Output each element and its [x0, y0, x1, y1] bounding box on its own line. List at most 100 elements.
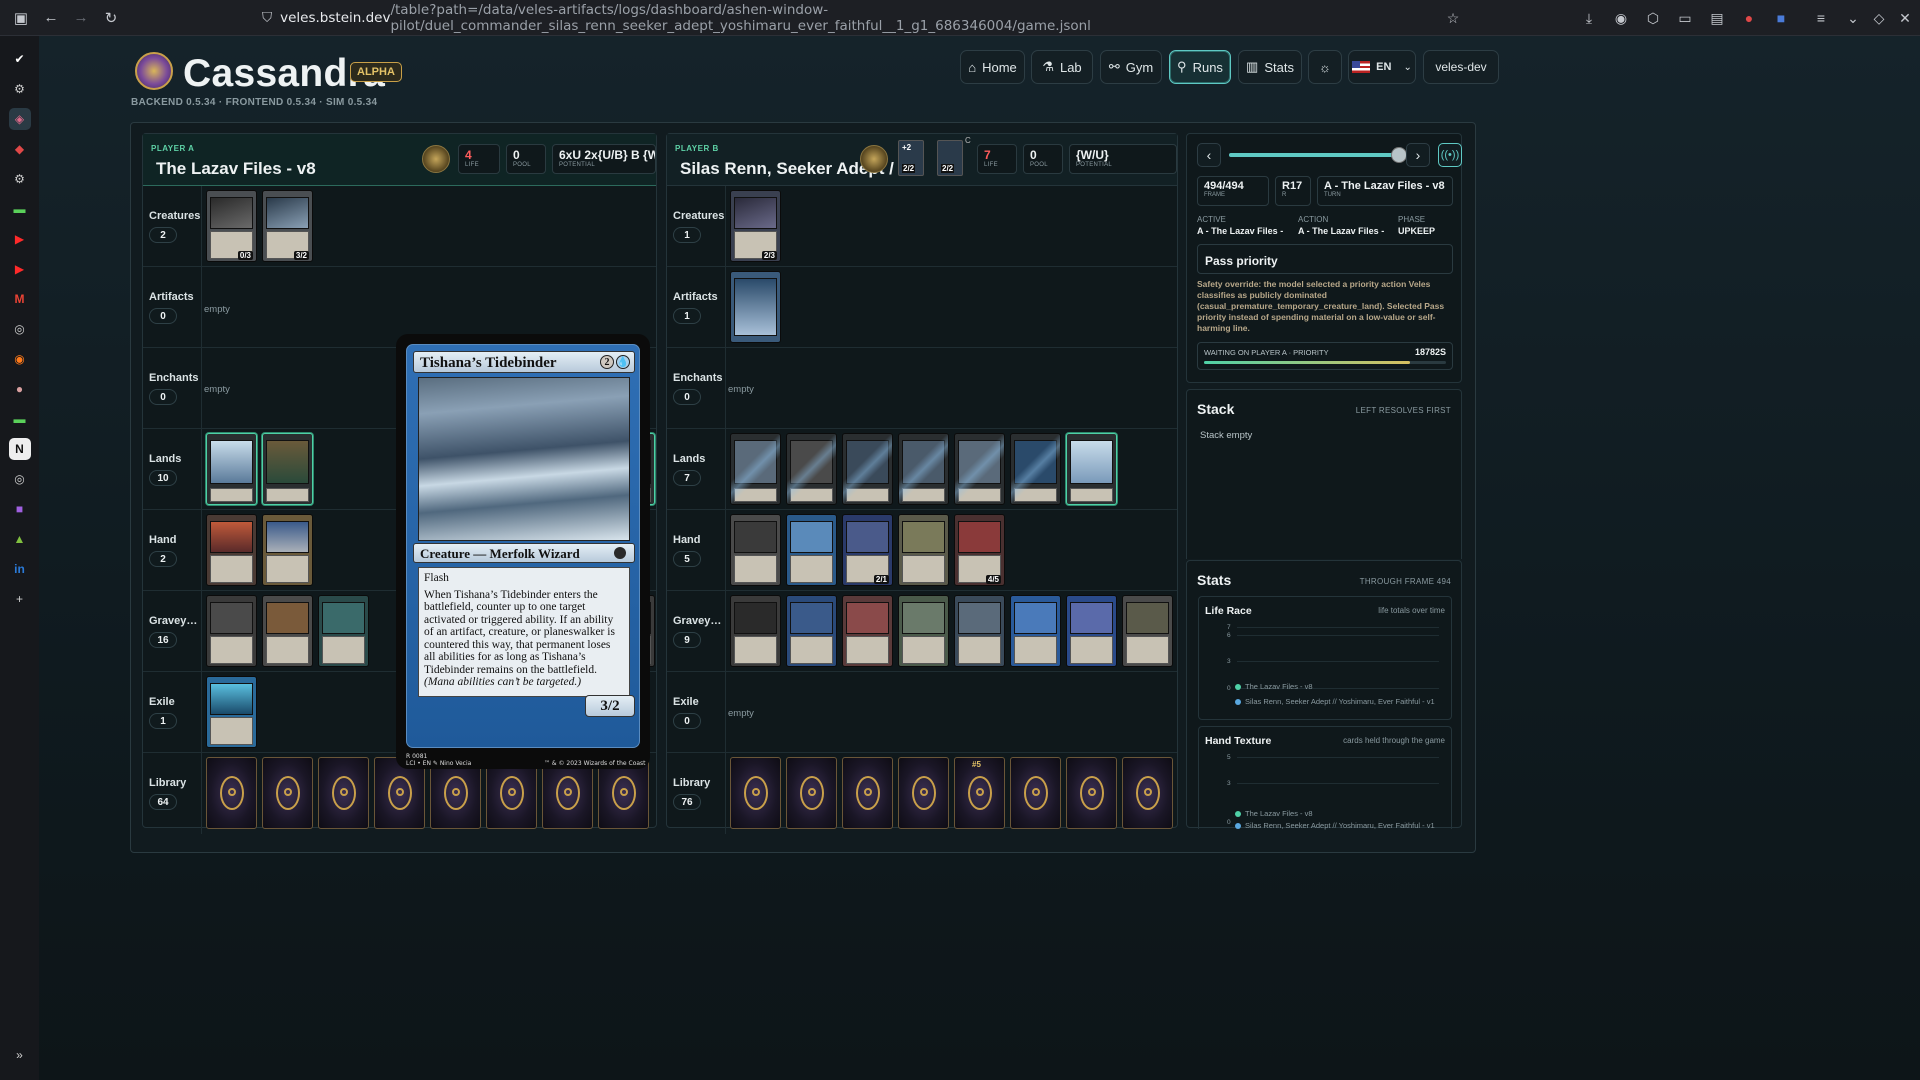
commander-card-mini[interactable]: 2/2: [937, 140, 963, 176]
hand-card[interactable]: [898, 514, 949, 586]
land-card-tapped[interactable]: [1010, 433, 1061, 505]
forward-icon[interactable]: →: [68, 5, 94, 31]
graveyard-card[interactable]: [1066, 595, 1117, 667]
hand-card[interactable]: [206, 514, 257, 586]
library-card-back[interactable]: [842, 757, 893, 829]
hand-card[interactable]: [786, 514, 837, 586]
menu-icon[interactable]: ≡: [1808, 5, 1834, 31]
land-card[interactable]: [1066, 433, 1117, 505]
hand-card[interactable]: [730, 514, 781, 586]
artifact-card[interactable]: [730, 271, 781, 343]
dock-game-icon[interactable]: ▬: [9, 408, 31, 430]
graveyard-card[interactable]: [318, 595, 369, 667]
library-card-back[interactable]: [318, 757, 369, 829]
land-card-tapped[interactable]: [730, 433, 781, 505]
user-menu-button[interactable]: veles-dev: [1423, 50, 1499, 84]
nav-gym-button[interactable]: ⚯ Gym: [1100, 50, 1162, 84]
site-info-icon[interactable]: ⛉: [262, 10, 272, 26]
next-frame-button[interactable]: ›: [1406, 143, 1430, 167]
dock-settings-icon[interactable]: ⚙: [9, 78, 31, 100]
library-card-back[interactable]: [1010, 757, 1061, 829]
dock-add-icon[interactable]: +: [9, 588, 31, 610]
hand-card[interactable]: [262, 514, 313, 586]
library-card-back[interactable]: [786, 757, 837, 829]
player-a-emblem-icon[interactable]: [422, 145, 450, 173]
land-card-tapped[interactable]: [954, 433, 1005, 505]
library-card-back[interactable]: [262, 757, 313, 829]
dock-app-icon[interactable]: ◉: [9, 348, 31, 370]
live-follow-button[interactable]: ((•)): [1438, 143, 1462, 167]
commander-card-mini[interactable]: +2 2/2: [898, 140, 924, 176]
land-card[interactable]: [206, 433, 257, 505]
close-icon[interactable]: ✕: [1892, 5, 1918, 31]
nav-stats-button[interactable]: ▥ Stats: [1238, 50, 1302, 84]
graveyard-card[interactable]: [206, 595, 257, 667]
creature-card[interactable]: 2/3: [730, 190, 781, 262]
creature-card[interactable]: 0/3: [206, 190, 257, 262]
creature-card[interactable]: 3/2: [262, 190, 313, 262]
dock-linkedin-icon[interactable]: in: [9, 558, 31, 580]
library-card-back[interactable]: [1122, 757, 1173, 829]
dock-game-icon[interactable]: ▬: [9, 198, 31, 220]
frame-slider-thumb[interactable]: [1391, 147, 1407, 163]
graveyard-card[interactable]: [898, 595, 949, 667]
language-select[interactable]: EN ⌄: [1348, 50, 1416, 84]
prev-frame-button[interactable]: ‹: [1197, 143, 1221, 167]
dock-gear-icon[interactable]: ⚙: [9, 168, 31, 190]
extensions-icon[interactable]: ⬡: [1640, 5, 1666, 31]
graveyard-card[interactable]: [786, 595, 837, 667]
diamond-icon[interactable]: ◇: [1866, 5, 1892, 31]
dock-app-active-icon[interactable]: ◈: [8, 108, 31, 130]
back-icon[interactable]: ←: [38, 5, 64, 31]
dock-globe-icon[interactable]: ◎: [9, 318, 31, 340]
bookmark-star-icon[interactable]: ☆: [1440, 5, 1466, 31]
land-card-tapped[interactable]: [786, 433, 837, 505]
library-card-back[interactable]: [206, 757, 257, 829]
hand-card[interactable]: 4/5: [954, 514, 1005, 586]
sidebar-toggle-icon[interactable]: ▣: [8, 5, 34, 31]
graveyard-card[interactable]: [1122, 595, 1173, 667]
dock-youtube-icon[interactable]: ▶: [9, 228, 31, 250]
nav-lab-button[interactable]: ⚗ Lab: [1031, 50, 1093, 84]
nav-home-button[interactable]: ⌂ Home: [960, 50, 1025, 84]
library-card-back[interactable]: [1066, 757, 1117, 829]
frame-slider[interactable]: [1229, 147, 1407, 163]
account-icon[interactable]: ◉: [1608, 5, 1634, 31]
reload-icon[interactable]: ↻: [98, 5, 124, 31]
land-card-tapped[interactable]: [842, 433, 893, 505]
bitwarden-icon[interactable]: ■: [1768, 5, 1794, 31]
nav-runs-button[interactable]: ⚲ Runs: [1169, 50, 1231, 84]
dock-mail-icon[interactable]: M: [9, 288, 31, 310]
ublock-icon[interactable]: ●: [1736, 5, 1762, 31]
graveyard-card[interactable]: [1010, 595, 1061, 667]
library-card-back[interactable]: [730, 757, 781, 829]
graveyard-card[interactable]: [730, 595, 781, 667]
card-set-lang: LCI • EN ✎ Nino Vecia: [406, 760, 471, 767]
dock-app-icon[interactable]: ✔: [9, 48, 31, 70]
dock-globe-icon[interactable]: ◎: [9, 468, 31, 490]
graveyard-card[interactable]: [262, 595, 313, 667]
dock-app-icon[interactable]: ◆: [9, 138, 31, 160]
exile-card[interactable]: [206, 676, 257, 748]
player-b-emblem-icon[interactable]: [860, 145, 888, 173]
dock-app-icon[interactable]: ■: [9, 498, 31, 520]
graveyard-card[interactable]: [842, 595, 893, 667]
reader-icon[interactable]: ▤: [1704, 5, 1730, 31]
dock-notion-icon[interactable]: N: [8, 438, 31, 460]
hand-card[interactable]: 2/1: [842, 514, 893, 586]
legend-item-b: Silas Renn, Seeker Adept // Yoshimaru, E…: [1235, 697, 1435, 706]
library-card-back[interactable]: #5: [954, 757, 1005, 829]
library-card-back[interactable]: [898, 757, 949, 829]
dock-youtube-icon[interactable]: ▶: [9, 258, 31, 280]
land-card-tapped[interactable]: [898, 433, 949, 505]
theme-toggle-button[interactable]: ☼: [1308, 50, 1342, 84]
address-bar[interactable]: ⛉ veles.bstein.dev/table?path=/data/vele…: [262, 2, 1462, 34]
graveyard-card[interactable]: [954, 595, 1005, 667]
dock-app-icon[interactable]: ●: [9, 378, 31, 400]
download-icon[interactable]: ⤓: [1576, 5, 1602, 31]
container-icon[interactable]: ▭: [1672, 5, 1698, 31]
land-card[interactable]: [262, 433, 313, 505]
dock-app-icon[interactable]: ▲: [9, 528, 31, 550]
dock-expand-icon[interactable]: »: [9, 1044, 31, 1066]
chevron-down-icon[interactable]: ⌄: [1840, 5, 1866, 31]
